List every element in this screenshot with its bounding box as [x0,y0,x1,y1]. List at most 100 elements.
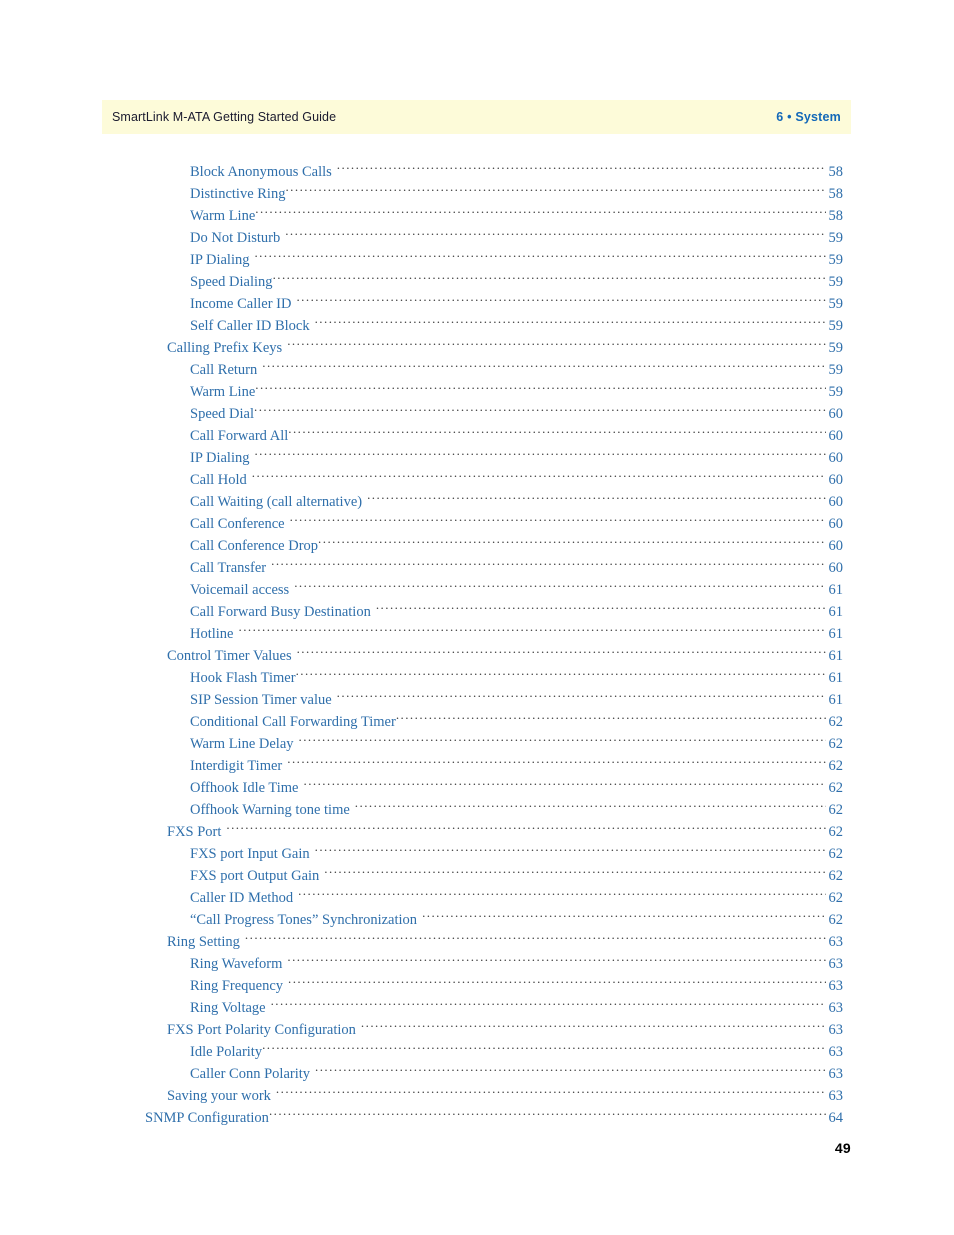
toc-leader-dots [287,754,826,770]
toc-leader-dots [324,864,826,880]
toc-entry[interactable]: Offhook Warning tone time 62 [0,798,954,820]
toc-leader-dots [285,182,826,198]
toc-entry-page-number: 62 [828,868,844,884]
toc-entry[interactable]: Call Waiting (call alternative) 60 [0,490,954,512]
toc-entry-label: Offhook Warning tone time [190,802,350,818]
toc-entry-label: Control Timer Values [167,648,292,664]
toc-entry-page-number: 61 [828,648,844,664]
toc-entry-label: Call Conference Drop [190,538,319,554]
toc-entry-page-number: 58 [828,208,844,224]
toc-entry[interactable]: Ring Frequency 63 [0,974,954,996]
toc-entry[interactable]: Call Forward All 60 [0,424,954,446]
toc-entry-page-number: 63 [828,1022,844,1038]
toc-entry-label: Call Return [190,362,258,378]
toc-entry[interactable]: Caller ID Method 62 [0,886,954,908]
toc-entry[interactable]: Call Conference 60 [0,512,954,534]
toc-entry-page-number: 61 [828,626,844,642]
toc-entry-label: Block Anonymous Calls [190,164,332,180]
toc-entry[interactable]: SNMP Configuration 64 [0,1106,954,1128]
toc-entry-page-number: 63 [828,978,844,994]
toc-entry-page-number: 60 [828,472,844,488]
toc-entry-label: Self Caller ID Block [190,318,310,334]
toc-entry[interactable]: Distinctive Ring 58 [0,182,954,204]
toc-leader-dots [269,1106,826,1122]
toc-entry-label: Hotline [190,626,234,642]
toc-entry[interactable]: FXS Port Polarity Configuration 63 [0,1018,954,1040]
toc-entry[interactable]: Offhook Idle Time 62 [0,776,954,798]
toc-entry-page-number: 59 [828,318,844,334]
toc-entry[interactable]: Block Anonymous Calls 58 [0,160,954,182]
toc-entry[interactable]: Warm Line Delay 62 [0,732,954,754]
toc-entry[interactable]: Call Conference Drop 60 [0,534,954,556]
toc-entry-page-number: 63 [828,1000,844,1016]
toc-leader-dots [299,732,826,748]
toc-entry[interactable]: Idle Polarity 63 [0,1040,954,1062]
toc-entry[interactable]: IP Dialing 60 [0,446,954,468]
toc-leader-dots [245,930,826,946]
toc-entry[interactable]: Income Caller ID 59 [0,292,954,314]
toc-entry-label: FXS port Output Gain [190,868,320,884]
toc-entry-page-number: 62 [828,890,844,906]
toc-entry-label: Ring Frequency [190,978,284,994]
toc-entry[interactable]: Interdigit Timer 62 [0,754,954,776]
toc-entry-page-number: 59 [828,230,844,246]
toc-entry-page-number: 63 [828,956,844,972]
toc-entry-page-number: 60 [828,516,844,532]
toc-entry[interactable]: Saving your work 63 [0,1084,954,1106]
toc-entry[interactable]: Call Transfer 60 [0,556,954,578]
toc-entry[interactable]: Control Timer Values 61 [0,644,954,666]
toc-entry[interactable]: Warm Line 58 [0,204,954,226]
toc-leader-dots [254,402,826,418]
toc-entry[interactable]: Ring Waveform 63 [0,952,954,974]
toc-entry[interactable]: Call Hold 60 [0,468,954,490]
toc-entry[interactable]: “Call Progress Tones” Synchronization 62 [0,908,954,930]
toc-leader-dots [355,798,826,814]
toc-entry[interactable]: Ring Setting 63 [0,930,954,952]
toc-entry[interactable]: Call Forward Busy Destination 61 [0,600,954,622]
toc-leader-dots [337,160,826,176]
toc-entry[interactable]: Do Not Disturb 59 [0,226,954,248]
toc-leader-dots [287,336,826,352]
header-document-title: SmartLink M-ATA Getting Started Guide [112,110,337,124]
toc-entry[interactable]: Self Caller ID Block 59 [0,314,954,336]
toc-leader-dots [296,666,826,682]
toc-entry-label: Warm Line [190,384,256,400]
toc-entry-label: Do Not Disturb [190,230,281,246]
toc-entry-page-number: 62 [828,714,844,730]
toc-entry[interactable]: IP Dialing 59 [0,248,954,270]
toc-entry-page-number: 62 [828,780,844,796]
toc-entry-label: IP Dialing [190,252,250,268]
toc-entry-label: Saving your work [167,1088,271,1104]
toc-entry[interactable]: Call Return 59 [0,358,954,380]
toc-entry[interactable]: Speed Dialing 59 [0,270,954,292]
toc-entry-label: Conditional Call Forwarding Timer [190,714,396,730]
toc-entry[interactable]: Conditional Call Forwarding Timer 62 [0,710,954,732]
toc-entry[interactable]: Speed Dial 60 [0,402,954,424]
toc-leader-dots [376,600,826,616]
toc-entry[interactable]: Ring Voltage 63 [0,996,954,1018]
toc-entry[interactable]: SIP Session Timer value 61 [0,688,954,710]
toc-leader-dots [287,952,826,968]
toc-leader-dots [226,820,826,836]
page-number-folio: 49 [834,1140,851,1156]
toc-entry-page-number: 64 [828,1110,844,1126]
toc-entry[interactable]: Hook Flash Timer 61 [0,666,954,688]
toc-entry[interactable]: Warm Line 59 [0,380,954,402]
toc-entry[interactable]: FXS port Output Gain 62 [0,864,954,886]
toc-entry[interactable]: Hotline 61 [0,622,954,644]
toc-entry[interactable]: Caller Conn Polarity 63 [0,1062,954,1084]
toc-leader-dots [255,204,826,220]
toc-entry-page-number: 62 [828,912,844,928]
toc-entry[interactable]: FXS port Input Gain 62 [0,842,954,864]
toc-leader-dots [239,622,827,638]
toc-entry[interactable]: FXS Port 62 [0,820,954,842]
toc-entry-label: Income Caller ID [190,296,292,312]
toc-entry[interactable]: Calling Prefix Keys 59 [0,336,954,358]
toc-leader-dots [288,424,826,440]
toc-entry-page-number: 59 [828,296,844,312]
toc-entry-page-number: 63 [828,934,844,950]
toc-entry[interactable]: Voicemail access 61 [0,578,954,600]
toc-entry-label: Offhook Idle Time [190,780,299,796]
toc-leader-dots [297,644,826,660]
toc-leader-dots [254,446,826,462]
